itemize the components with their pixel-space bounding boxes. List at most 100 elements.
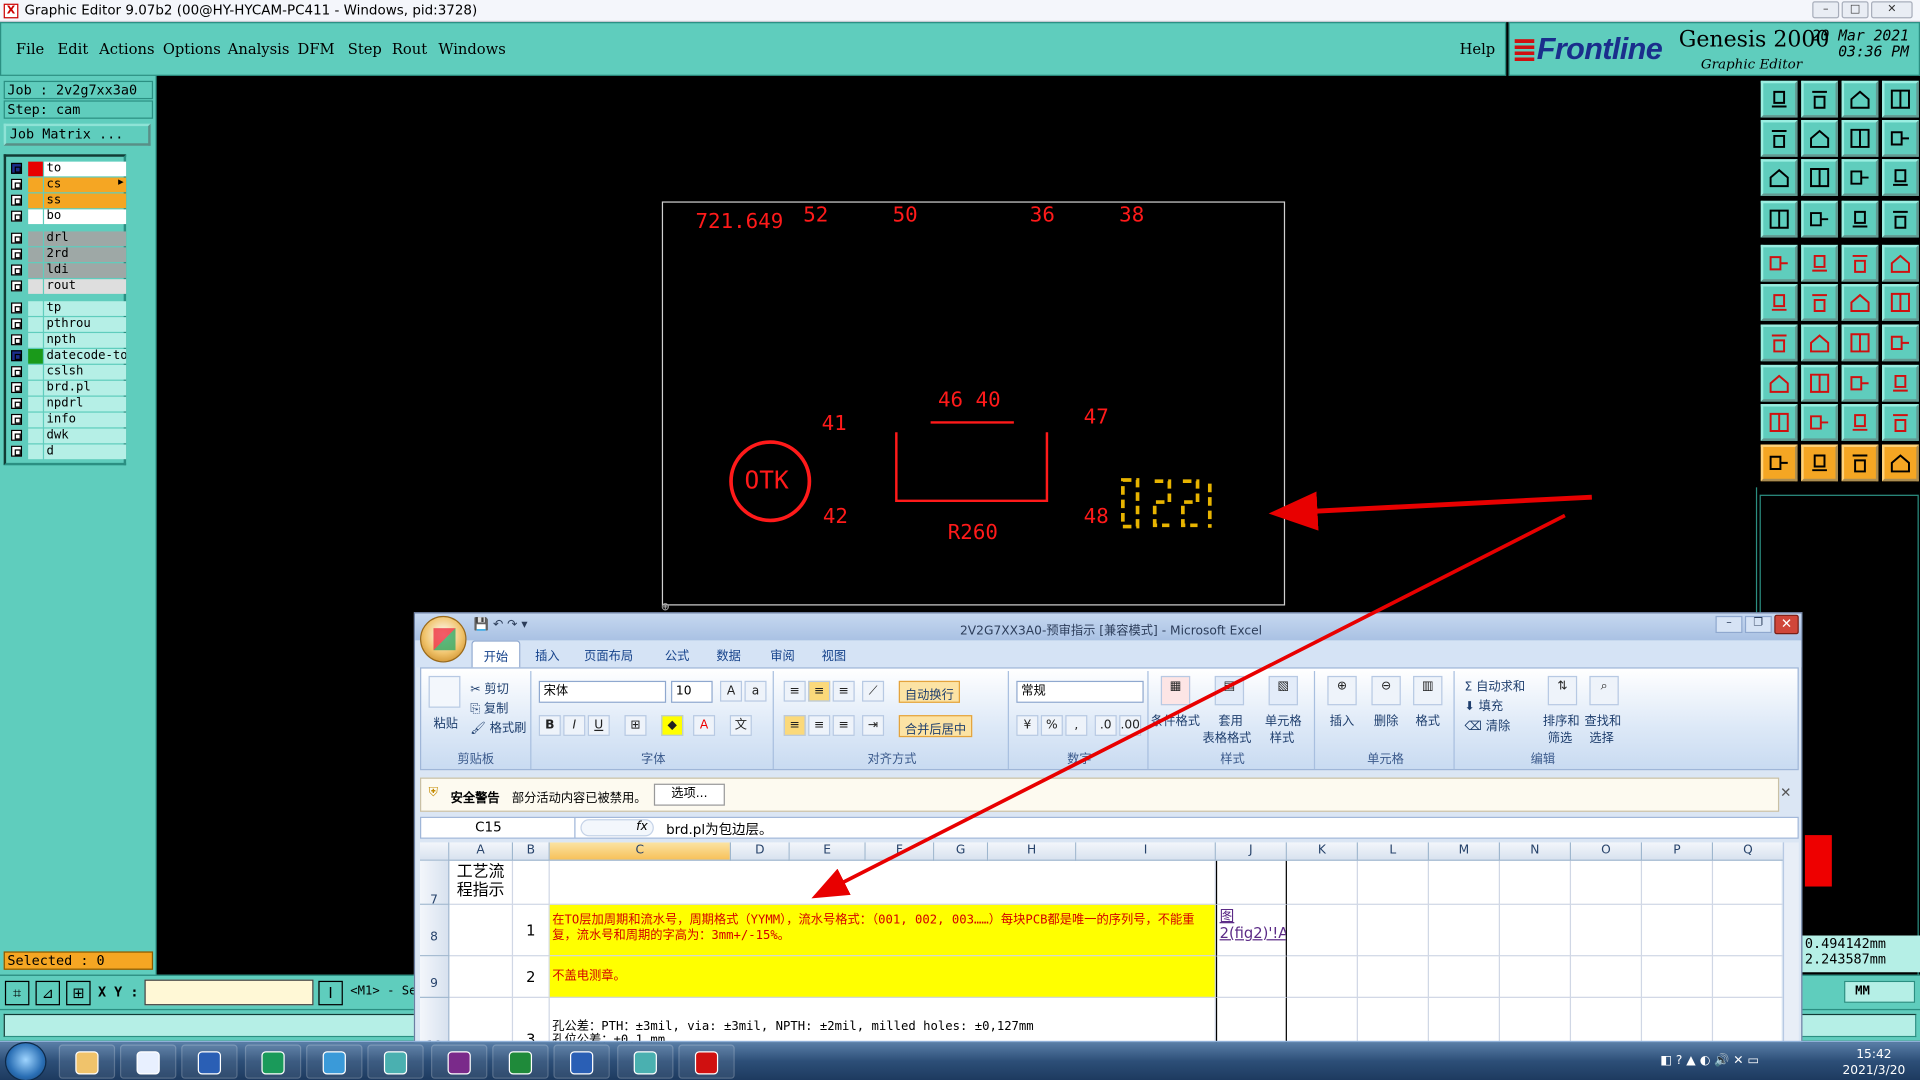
conditional-format-button[interactable]: 条件格式 (1151, 710, 1200, 728)
delete-cells-icon[interactable]: ⊖ (1371, 675, 1401, 706)
table-format-button-a[interactable]: 套用 (1218, 710, 1242, 728)
cell-c-merged[interactable]: 在TO层加周期和流水号，周期格式（YYMM），流水号格式：（001, 002, … (549, 904, 1216, 957)
ribbon-tab-5[interactable]: 审阅 (770, 645, 794, 663)
layer-name[interactable]: d (44, 444, 127, 460)
save-icon[interactable] (1760, 80, 1798, 118)
layer-row-rout[interactable]: rout (9, 279, 127, 294)
minimize-button[interactable]: – (1812, 1, 1840, 19)
layer-row-ss[interactable]: ss (9, 193, 127, 209)
home-icon[interactable] (1841, 80, 1879, 118)
layer-name[interactable]: datecode-to (44, 348, 127, 364)
clock[interactable]: 15:42 2021/3/20 (1843, 1047, 1906, 1079)
layer-checkbox[interactable] (11, 194, 23, 206)
split-icon[interactable] (1882, 120, 1919, 157)
layer-name[interactable]: to (44, 161, 127, 177)
layer-color-swatch[interactable] (28, 177, 43, 193)
layer-row-npth[interactable]: npth (9, 333, 127, 348)
layer-row-d[interactable]: d (9, 444, 127, 460)
insert-cells-icon[interactable]: ⊕ (1327, 675, 1357, 706)
sort-filter-button-a[interactable]: 排序和 (1543, 710, 1580, 728)
menu-options[interactable]: Options (163, 40, 221, 57)
layer-row-info[interactable]: info (9, 412, 127, 428)
column-header-C[interactable]: C (549, 842, 732, 861)
menu-actions[interactable]: Actions (99, 40, 154, 57)
layer-color-swatch[interactable] (28, 317, 43, 332)
layer-color-swatch[interactable] (28, 396, 43, 412)
rotate-icon[interactable] (1841, 324, 1879, 362)
layer-checkbox[interactable] (11, 178, 23, 190)
load-icon[interactable] (1801, 80, 1838, 118)
layer-color-swatch[interactable] (28, 428, 43, 444)
mirror-icon[interactable] (1882, 324, 1919, 362)
layer-row-2rd[interactable]: 2rd (9, 247, 127, 263)
row-header[interactable]: 8 (420, 904, 450, 957)
layer-color-swatch[interactable] (28, 279, 43, 294)
cell-styles-button-b[interactable]: 样式 (1270, 727, 1294, 745)
line-icon[interactable] (1760, 324, 1798, 362)
layer-name[interactable]: npth (44, 333, 127, 348)
zoom-fit-icon[interactable] (1760, 159, 1798, 196)
help-icon[interactable] (1882, 159, 1919, 196)
cell-a[interactable] (449, 904, 514, 957)
pointer-select-icon[interactable] (1841, 444, 1879, 482)
cell-styles-button-a[interactable]: 单元格 (1265, 710, 1302, 728)
layer-row-datecode-to[interactable]: datecode-to (9, 348, 127, 364)
cell-empty[interactable] (1357, 860, 1429, 905)
tray-icons[interactable]: ◧ ? ▲ ◐ 🔊 ✕ ▭ (1660, 1054, 1759, 1067)
taskbar-explorer-icon[interactable] (58, 1044, 116, 1079)
layer-checkbox[interactable] (11, 366, 23, 378)
close-button[interactable]: ✕ (1871, 1, 1913, 19)
layer-color-swatch[interactable] (28, 193, 43, 209)
layer-name[interactable]: cs (44, 177, 127, 193)
arc-icon[interactable] (1801, 324, 1838, 362)
cell-b[interactable]: 2 (513, 956, 550, 998)
find-select-icon[interactable]: ⌕ (1589, 675, 1619, 706)
column-header-M[interactable]: M (1428, 842, 1501, 861)
taskbar-genesis-green-icon[interactable] (244, 1044, 302, 1079)
shrink-font-icon[interactable]: a (744, 680, 767, 702)
layer-color-swatch[interactable] (28, 412, 43, 428)
taskbar-feiq-icon[interactable] (306, 1044, 363, 1079)
layer-color-swatch[interactable] (28, 380, 43, 396)
cell-empty[interactable] (1713, 860, 1785, 905)
layer-color-swatch[interactable] (28, 364, 43, 380)
align-center-icon[interactable]: ≡ (808, 715, 831, 736)
cell-b[interactable]: 1 (513, 904, 550, 957)
layer-color-swatch[interactable] (28, 209, 43, 225)
menu-windows[interactable]: Windows (438, 40, 505, 57)
grow-font-icon[interactable]: A (720, 680, 743, 702)
layer-color-swatch[interactable] (28, 161, 43, 177)
layer-row-npdrl[interactable]: npdrl (9, 396, 127, 412)
cell-empty[interactable] (1286, 956, 1358, 998)
copy-button[interactable]: ⎘ 复制 (470, 698, 508, 716)
layer-checkbox[interactable] (11, 318, 23, 330)
pan-left-icon[interactable] (1760, 120, 1798, 157)
job-matrix-button[interactable]: Job Matrix ... (3, 123, 151, 146)
layer-checkbox[interactable] (11, 302, 23, 314)
fx-icon[interactable]: fx (580, 819, 654, 837)
cell-b[interactable] (513, 860, 550, 905)
cell-empty[interactable] (1713, 904, 1785, 957)
ribbon-tab-0[interactable]: 开始 (471, 640, 521, 668)
fit-icon[interactable] (1841, 120, 1879, 157)
orientation-icon[interactable]: ⟋ (862, 680, 885, 702)
layers-alt-icon[interactable] (1882, 200, 1919, 238)
currency-icon[interactable]: ¥ (1016, 715, 1039, 736)
delete-cells-button[interactable]: 删除 (1374, 710, 1398, 728)
taskbar-notepad-icon[interactable] (120, 1044, 177, 1079)
close-warning-icon[interactable]: ✕ (1780, 785, 1791, 801)
text-cursor-icon[interactable]: I (318, 980, 343, 1006)
layer-name[interactable]: drl (44, 231, 127, 247)
layer-name[interactable]: tp (44, 301, 127, 316)
select-all-corner[interactable] (420, 842, 450, 861)
copy-icon[interactable] (1882, 284, 1919, 321)
cell-empty[interactable] (1713, 956, 1785, 998)
layer-row-tp[interactable]: tp (9, 301, 127, 316)
cell-empty[interactable] (1642, 904, 1714, 957)
increase-decimal-icon[interactable]: .0 (1094, 715, 1117, 736)
layer-row-pthrou[interactable]: pthrou (9, 317, 127, 332)
cell-a[interactable]: 工艺流程指示 (449, 860, 514, 905)
comma-icon[interactable]: , (1065, 715, 1088, 736)
layer-row-cslsh[interactable]: cslsh (9, 364, 127, 380)
clear-button[interactable]: ⌫ 清除 (1464, 715, 1510, 733)
